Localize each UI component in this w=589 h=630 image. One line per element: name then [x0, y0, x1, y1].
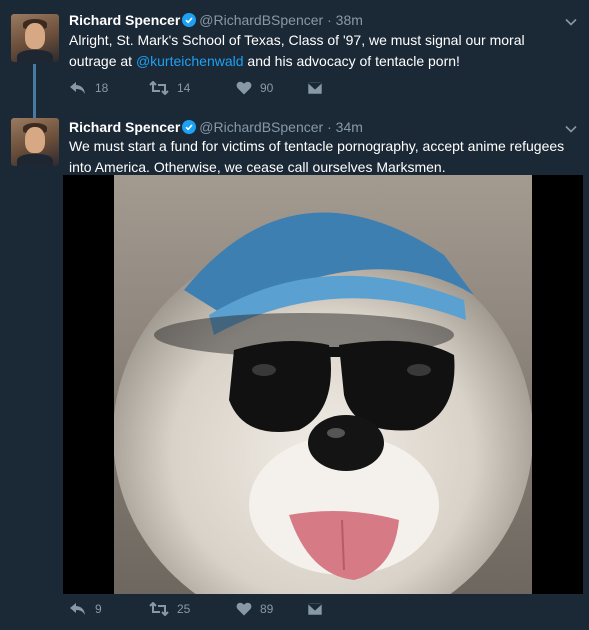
author-name[interactable]: Richard Spencer	[69, 12, 180, 28]
direct-message-button[interactable]	[307, 599, 323, 619]
reply-icon	[70, 603, 85, 615]
mention-link[interactable]: @kurteichenwald	[136, 53, 244, 69]
retweet-button[interactable]: 25	[149, 599, 190, 619]
separator-dot: ·	[327, 119, 332, 135]
like-count: 90	[260, 81, 274, 95]
author-avatar[interactable]	[11, 14, 59, 62]
separator-dot: ·	[327, 12, 332, 28]
verified-badge-icon	[182, 120, 197, 134]
tweet-text-part-2: and his advocacy of tentacle porn!	[243, 53, 460, 69]
direct-message-icon	[307, 81, 323, 95]
like-button[interactable]: 90	[236, 78, 273, 98]
avatar-face	[25, 127, 45, 153]
tweet-2[interactable]: Richard Spencer @RichardBSpencer · 34m We…	[0, 112, 589, 630]
heart-icon	[236, 81, 252, 95]
direct-message-icon	[307, 602, 323, 616]
tweet-header: Richard Spencer @RichardBSpencer · 38m	[69, 11, 363, 29]
tweet-1[interactable]: Richard Spencer @RichardBSpencer · 38m Al…	[0, 0, 589, 118]
reply-count: 18	[95, 81, 109, 95]
tweet-timestamp[interactable]: 34m	[336, 119, 363, 135]
tweet-header: Richard Spencer @RichardBSpencer · 34m	[69, 118, 363, 136]
verified-badge-icon	[182, 13, 197, 27]
avatar-face	[25, 23, 45, 49]
chevron-down-icon[interactable]	[565, 16, 577, 28]
chevron-down-icon[interactable]	[565, 123, 577, 135]
author-handle[interactable]: @RichardBSpencer	[199, 119, 323, 135]
retweet-count: 14	[177, 81, 191, 95]
reply-button[interactable]: 9	[69, 599, 102, 619]
heart-icon	[236, 602, 252, 616]
tweet-text: We must start a fund for victims of tent…	[69, 138, 565, 175]
retweet-count: 25	[177, 602, 191, 616]
tweet-timestamp[interactable]: 38m	[336, 12, 363, 28]
tweet-media-image[interactable]	[63, 175, 583, 594]
like-count: 89	[260, 602, 274, 616]
direct-message-button[interactable]	[307, 78, 323, 98]
thread-connector-line	[33, 64, 36, 118]
reply-button[interactable]: 18	[69, 78, 108, 98]
avatar-shirt	[17, 154, 53, 166]
dog-photo	[114, 175, 532, 594]
like-button[interactable]: 89	[236, 599, 273, 619]
avatar-shirt	[17, 50, 53, 62]
retweet-icon	[149, 602, 169, 616]
author-avatar[interactable]	[11, 118, 59, 166]
author-handle[interactable]: @RichardBSpencer	[199, 12, 323, 28]
retweet-icon	[149, 81, 169, 95]
reply-icon	[70, 82, 85, 94]
tweet-text: Alright, St. Mark's School of Texas, Cla…	[69, 30, 574, 72]
author-name[interactable]: Richard Spencer	[69, 119, 180, 135]
reply-count: 9	[95, 602, 102, 616]
retweet-button[interactable]: 14	[149, 78, 190, 98]
